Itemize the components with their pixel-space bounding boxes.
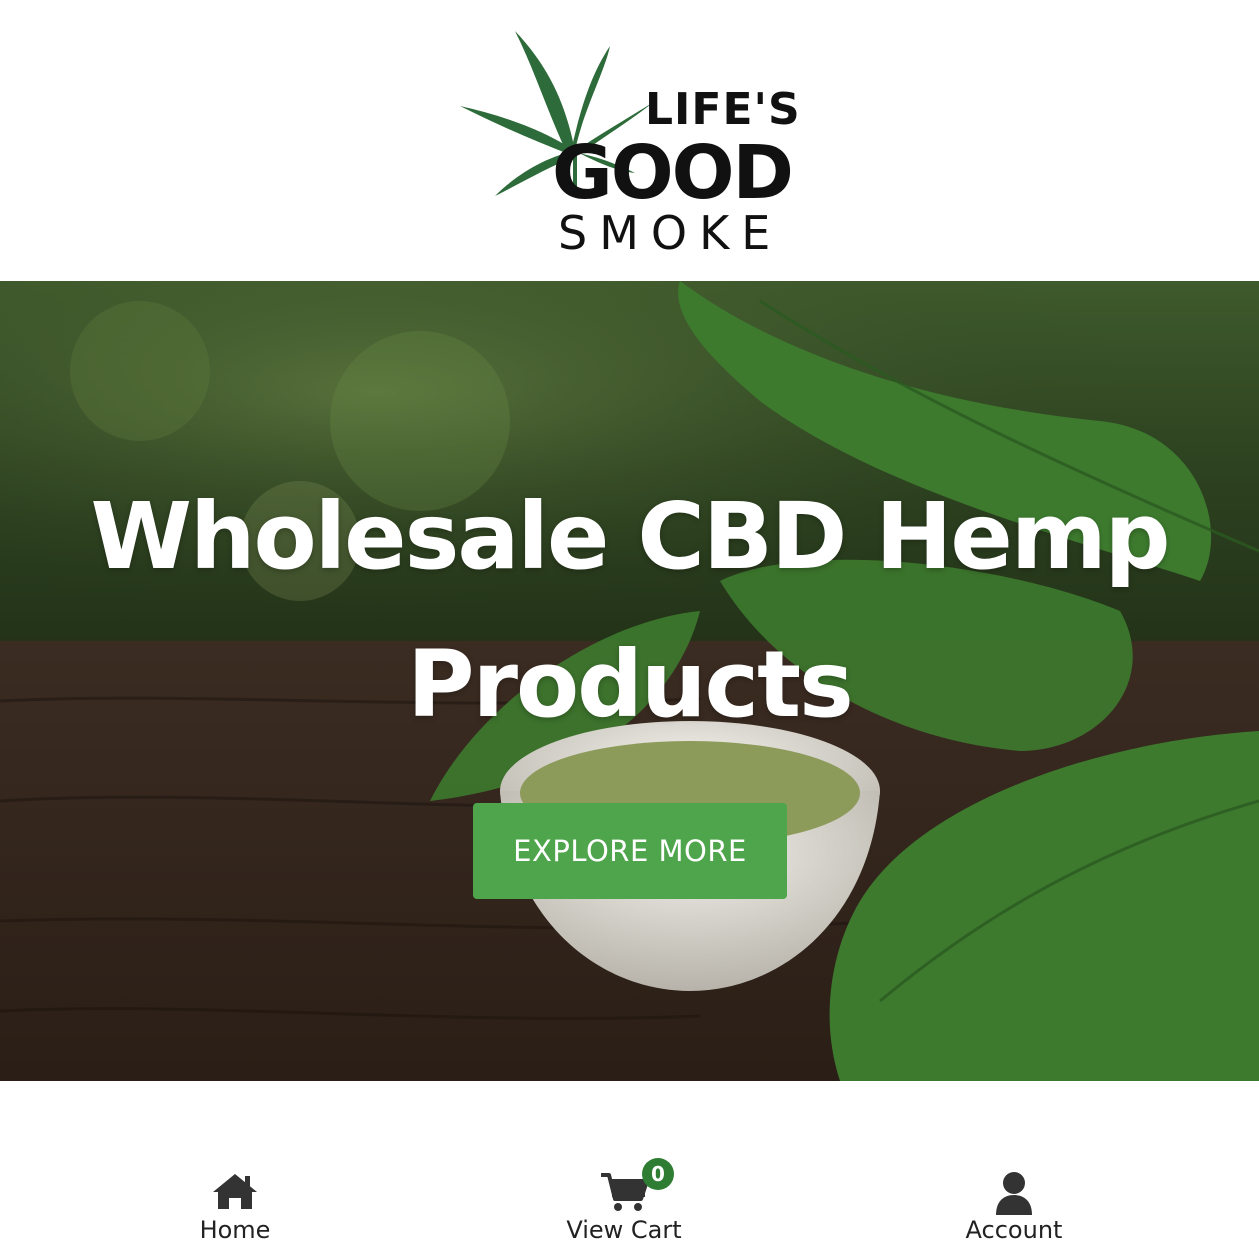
explore-more-button[interactable]: EXPLORE MORE [473,803,787,899]
site-header: LIFE'S GOOD SMOKE [0,0,1259,281]
cart-count-badge: 0 [642,1158,674,1190]
site-logo[interactable]: LIFE'S GOOD SMOKE [460,26,805,256]
hero-banner: Wholesale CBD Hemp Products EXPLORE MORE [0,281,1259,1081]
cart-icon: 0 [594,1158,674,1215]
logo-text-smoke: SMOKE [558,206,783,260]
nav-item-home[interactable]: Home [125,1171,345,1245]
nav-item-account[interactable]: Account [904,1171,1124,1245]
nav-label-account: Account [965,1216,1063,1244]
user-icon [904,1171,1124,1215]
nav-label-home: Home [199,1216,271,1244]
logo-text-good: GOOD [552,130,794,216]
logo-text-lifes: LIFE'S [645,84,801,135]
hero-title: Wholesale CBD Hemp Products [90,483,1170,738]
bottom-navigation: Home 0 View Cart Account [0,1081,1259,1259]
nav-label-view-cart: View Cart [566,1216,682,1244]
home-icon [125,1171,345,1215]
nav-item-view-cart[interactable]: 0 View Cart [514,1158,734,1245]
